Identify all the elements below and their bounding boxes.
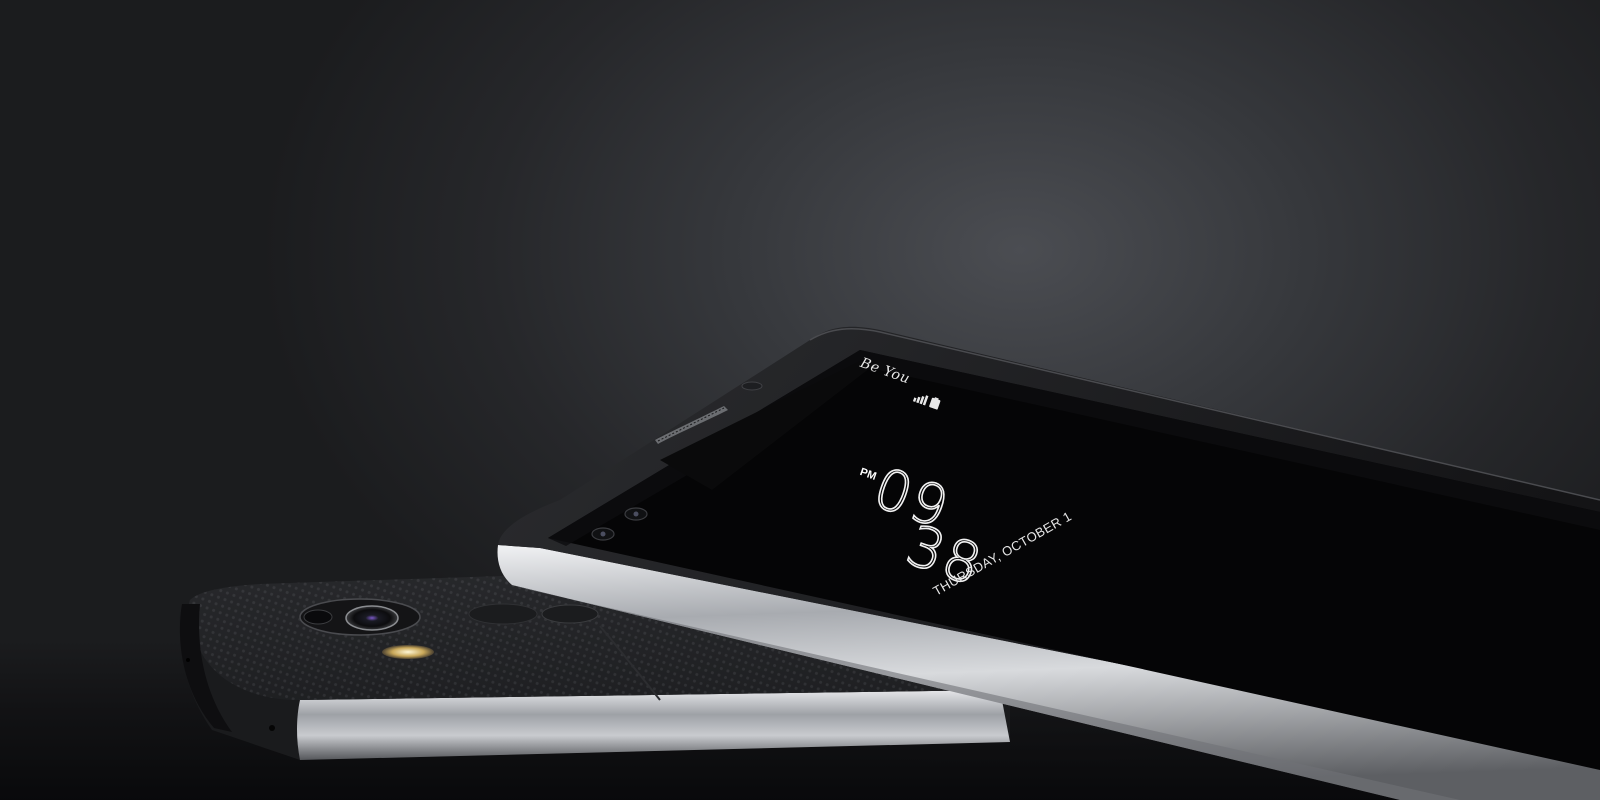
flash-icon <box>382 645 434 659</box>
proximity-sensor-icon <box>741 381 763 391</box>
product-photo-scene: Be You PM 09 38 THURSDAY, OCTOBER 1 <box>0 0 1600 800</box>
camera-lens-icon <box>345 605 399 631</box>
phones-illustration <box>179 326 1600 800</box>
